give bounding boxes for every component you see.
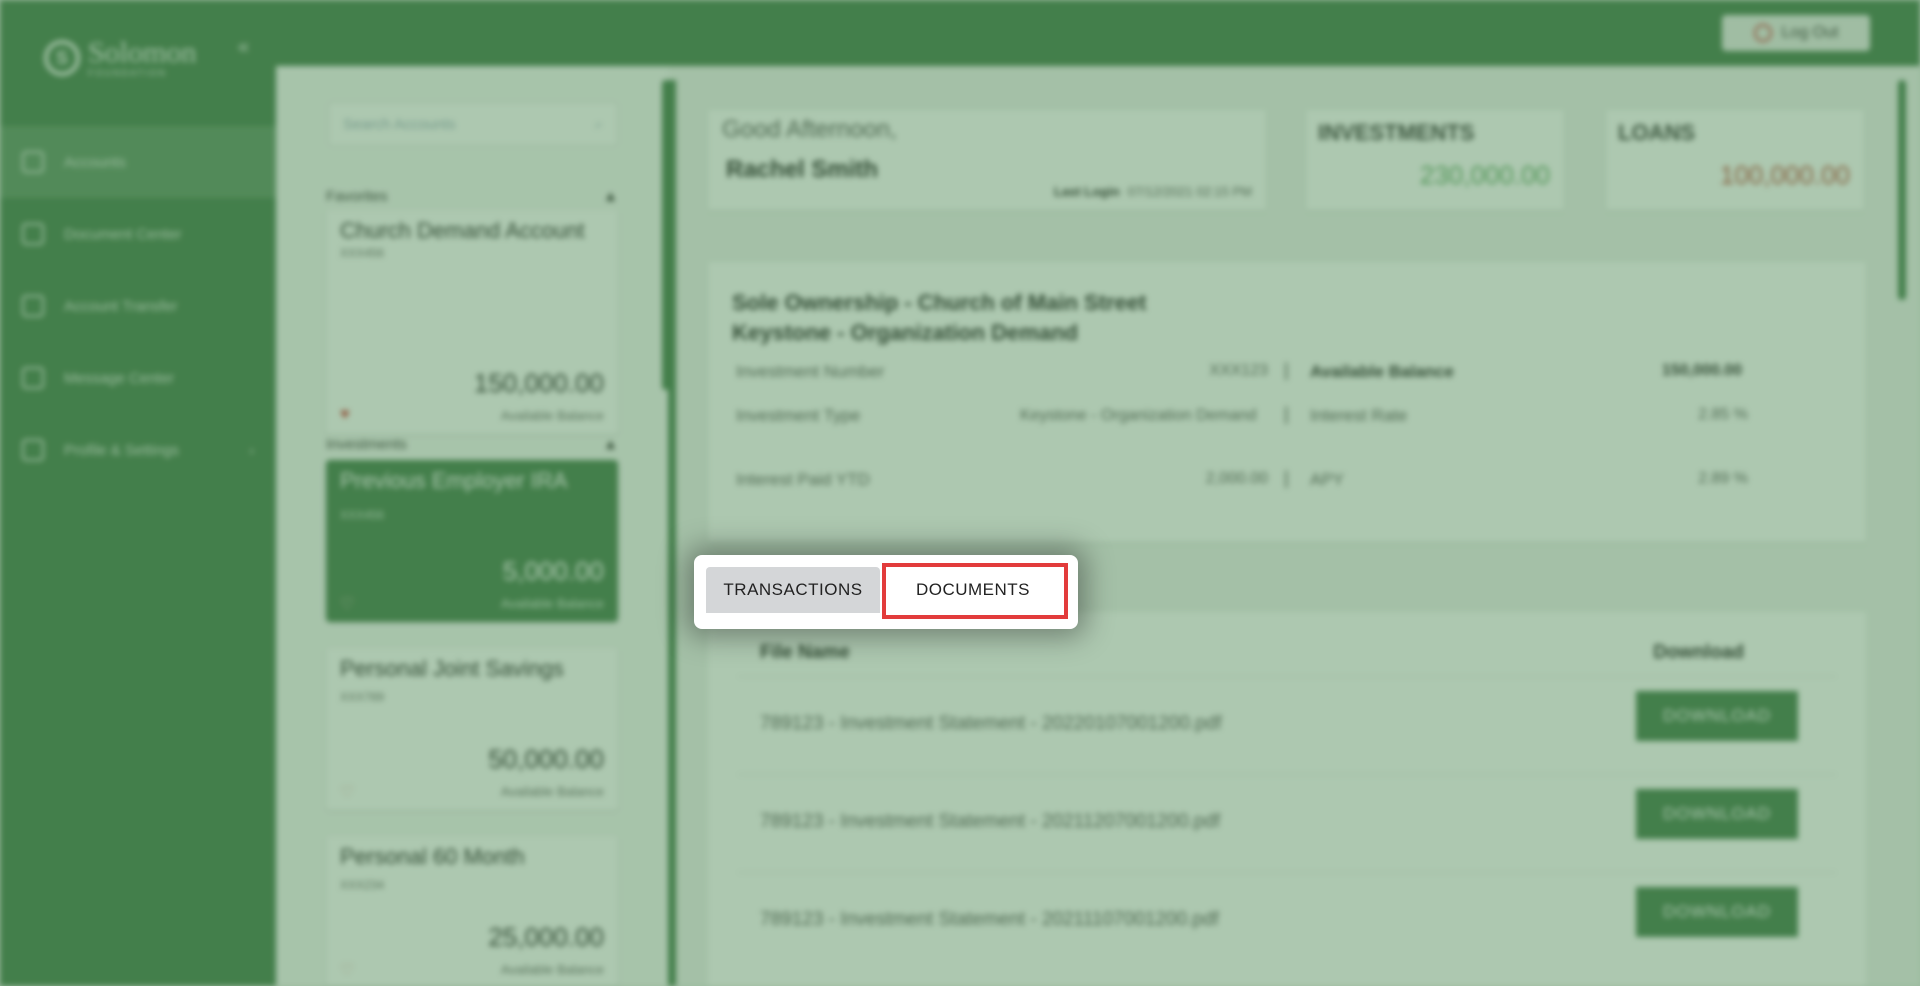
tab-spotlight: TRANSACTIONS DOCUMENTS — [694, 555, 1078, 629]
tab-documents[interactable]: DOCUMENTS — [886, 567, 1060, 613]
tour-overlay — [0, 0, 1920, 986]
tab-transactions[interactable]: TRANSACTIONS — [706, 567, 880, 613]
